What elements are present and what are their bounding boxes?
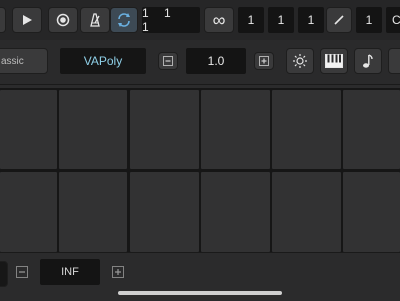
play-button[interactable]	[12, 7, 42, 33]
pad-6[interactable]	[343, 90, 400, 169]
brightness-button[interactable]	[286, 48, 314, 74]
pad-1[interactable]	[0, 90, 57, 169]
increment-button[interactable]	[254, 52, 274, 70]
value-field-d[interactable]: 1	[356, 7, 382, 33]
pencil-icon	[332, 13, 346, 27]
transport-bar: 1 1 1 ∞ 1 1 1 1 C	[0, 0, 400, 40]
pad-12[interactable]	[343, 172, 400, 252]
bottom-value-display[interactable]: INF	[40, 259, 100, 285]
minus-icon	[163, 56, 173, 66]
play-icon	[21, 14, 33, 26]
note-icon	[361, 53, 375, 69]
plus-icon	[259, 56, 269, 66]
preset-button[interactable]: assic	[0, 48, 48, 74]
sun-icon	[292, 53, 308, 69]
pad-8[interactable]	[59, 172, 127, 252]
value-field-c[interactable]: 1	[298, 7, 324, 33]
partial-button-left[interactable]	[0, 7, 6, 33]
piano-icon	[325, 54, 343, 68]
loop-icon	[116, 12, 132, 28]
note-button[interactable]	[354, 48, 382, 74]
partial-field-bottom[interactable]	[0, 261, 8, 287]
pad-7[interactable]	[0, 172, 57, 252]
infinity-icon: ∞	[212, 9, 226, 30]
partial-field-right[interactable]: C	[386, 7, 400, 33]
decrement-button[interactable]	[158, 52, 178, 70]
value-field-a[interactable]: 1	[238, 7, 264, 33]
pad-3[interactable]	[130, 90, 199, 169]
pad-11[interactable]	[272, 172, 341, 252]
home-indicator	[118, 291, 282, 295]
pad-2[interactable]	[59, 90, 127, 169]
instrument-label: VAPoly	[83, 54, 123, 68]
minus-icon	[16, 266, 28, 278]
plus-icon	[112, 266, 124, 278]
bottom-decrement-button[interactable]	[14, 264, 30, 280]
partial-button-right[interactable]	[388, 48, 400, 74]
record-button[interactable]	[48, 7, 78, 33]
loop-length-button[interactable]: ∞	[204, 7, 234, 33]
instrument-selector[interactable]: VAPoly	[60, 48, 146, 74]
bottom-increment-button[interactable]	[110, 264, 126, 280]
pad-grid	[0, 88, 400, 252]
metronome-button[interactable]	[80, 7, 110, 33]
pad-9[interactable]	[130, 172, 199, 252]
loop-button[interactable]	[110, 7, 138, 33]
pad-5[interactable]	[272, 90, 341, 169]
instrument-bar: assic VAPoly 1.0	[0, 40, 400, 85]
keyboard-button[interactable]	[320, 48, 348, 74]
value-field-b[interactable]: 1	[268, 7, 294, 33]
record-icon	[56, 13, 70, 27]
metronome-icon	[87, 12, 103, 28]
value-display[interactable]: 1.0	[186, 48, 246, 74]
song-position-display[interactable]: 1 1 1	[142, 6, 200, 34]
preset-label: assic	[1, 55, 24, 67]
pencil-button[interactable]	[326, 7, 352, 33]
pad-10[interactable]	[201, 172, 270, 252]
pad-4[interactable]	[201, 90, 270, 169]
